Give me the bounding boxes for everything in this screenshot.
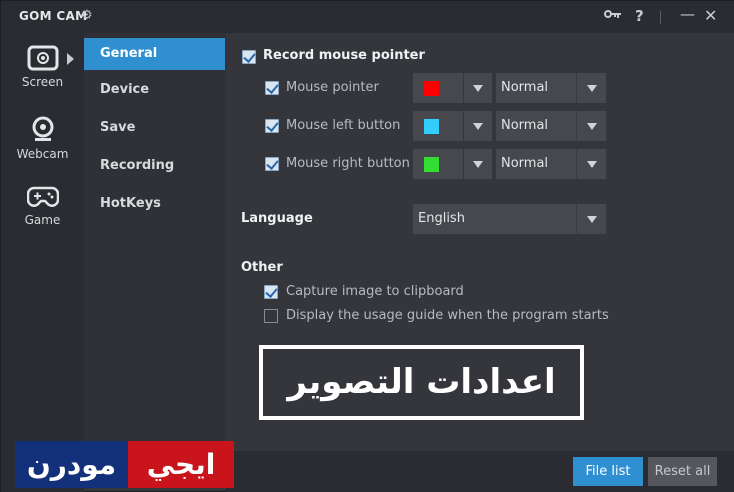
nav-screen[interactable]: Screen — [1, 45, 84, 89]
capture-clipboard-label: Capture image to clipboard — [286, 284, 464, 299]
gom-cam-settings-window: GOM CAM ⚙ ? — ✕ Screen Webcam Game Gener… — [0, 0, 734, 492]
category-recording[interactable]: Recording — [84, 150, 225, 182]
nav-game[interactable]: Game — [1, 185, 84, 227]
gamepad-icon — [26, 186, 59, 207]
reset-all-button[interactable]: Reset all — [648, 457, 717, 486]
language-value: English — [418, 211, 465, 226]
mouse-right-button-mode-select[interactable]: Normal — [496, 149, 606, 179]
language-select[interactable]: English — [413, 204, 606, 234]
mouse-right-button-mode-value: Normal — [501, 156, 549, 171]
mouse-pointer-color-picker[interactable] — [413, 73, 463, 103]
watermark-logo: مودرن ايجي — [15, 441, 234, 488]
usage-guide-label: Display the usage guide when the program… — [286, 308, 609, 323]
overlay-banner-text: اعدادات التصوير — [287, 362, 556, 402]
nav-webcam-label: Webcam — [16, 147, 69, 161]
close-icon[interactable]: ✕ — [704, 7, 717, 25]
mouse-pointer-color-dropdown-icon[interactable] — [464, 73, 492, 103]
chevron-down-icon — [587, 85, 597, 92]
footer-bar: File list Reset all — [226, 451, 734, 492]
title-bar: GOM CAM ⚙ ? — ✕ — [1, 1, 734, 33]
language-heading: Language — [241, 211, 313, 226]
minimize-icon[interactable]: — — [680, 5, 695, 23]
chevron-down-icon — [587, 216, 597, 223]
mouse-pointer-mode-select[interactable]: Normal — [496, 73, 606, 103]
title-bar-divider — [660, 11, 661, 24]
mouse-right-button-color-swatch — [424, 157, 439, 172]
mouse-left-button-color-dropdown-icon[interactable] — [464, 111, 492, 141]
category-device[interactable]: Device — [84, 74, 225, 106]
nav-webcam[interactable]: Webcam — [1, 115, 84, 161]
record-mouse-pointer-checkbox[interactable] — [242, 50, 256, 64]
screen-record-icon — [27, 45, 58, 71]
usage-guide-checkbox[interactable] — [264, 309, 278, 323]
mouse-left-button-mode-select[interactable]: Normal — [496, 111, 606, 141]
gear-icon[interactable]: ⚙ — [81, 8, 93, 23]
nav-game-label: Game — [24, 213, 61, 227]
webcam-icon — [32, 116, 53, 141]
category-save[interactable]: Save — [84, 112, 225, 144]
chevron-down-icon — [587, 123, 597, 130]
chevron-down-icon — [587, 161, 597, 168]
settings-categories: General Device Save Recording HotKeys — [84, 33, 226, 451]
mouse-pointer-color-swatch — [424, 81, 439, 96]
category-general[interactable]: General — [84, 38, 225, 70]
overlay-banner: اعدادات التصوير — [259, 345, 584, 420]
mouse-pointer-label: Mouse pointer — [286, 80, 379, 95]
active-mode-arrow-icon — [67, 53, 74, 65]
file-list-button[interactable]: File list — [573, 457, 643, 486]
mouse-left-button-color-picker[interactable] — [413, 111, 463, 141]
capture-clipboard-checkbox[interactable] — [264, 285, 278, 299]
watermark-logo-blue: مودرن — [15, 441, 128, 488]
help-icon[interactable]: ? — [635, 7, 644, 25]
mouse-left-button-label: Mouse left button — [286, 118, 401, 133]
mouse-right-button-checkbox[interactable] — [265, 157, 279, 171]
key-icon[interactable] — [604, 7, 622, 25]
mouse-pointer-mode-value: Normal — [501, 80, 549, 95]
nav-screen-label: Screen — [21, 75, 64, 89]
mouse-left-button-mode-value: Normal — [501, 118, 549, 133]
record-mouse-pointer-label: Record mouse pointer — [263, 48, 425, 63]
mode-sidebar: Screen Webcam Game — [1, 33, 84, 492]
app-title: GOM CAM — [19, 9, 88, 23]
mouse-right-button-color-dropdown-icon[interactable] — [464, 149, 492, 179]
watermark-logo-red: ايجي — [128, 441, 234, 488]
mouse-left-button-color-swatch — [424, 119, 439, 134]
mouse-pointer-checkbox[interactable] — [265, 81, 279, 95]
mouse-right-button-label: Mouse right button — [286, 156, 410, 171]
other-heading: Other — [241, 260, 283, 275]
mouse-left-button-checkbox[interactable] — [265, 119, 279, 133]
category-hotkeys[interactable]: HotKeys — [84, 188, 225, 220]
mouse-right-button-color-picker[interactable] — [413, 149, 463, 179]
